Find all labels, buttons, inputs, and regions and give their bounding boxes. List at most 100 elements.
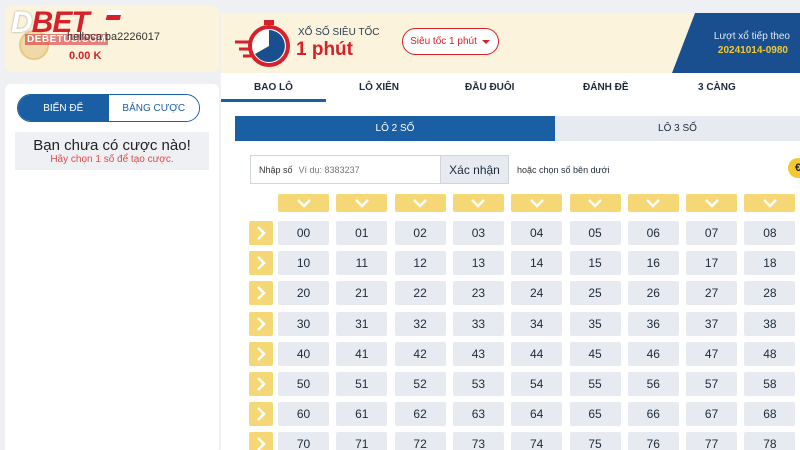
number-cell[interactable]: 12 [394,251,446,276]
tab-dau-duoi[interactable]: ĐẦU ĐUÔI [465,82,514,93]
number-cell[interactable]: 11 [336,251,388,276]
number-cell[interactable]: 20 [278,281,329,306]
number-cell[interactable]: 38 [744,311,796,336]
help-icon[interactable]: € [788,158,800,178]
number-cell[interactable]: 43 [452,341,504,366]
tab-bang-cuoc[interactable]: BẢNG CƯỢC [108,95,199,121]
number-cell[interactable]: 26 [627,281,679,306]
number-cell[interactable]: 56 [627,372,679,396]
number-cell[interactable]: 18 [744,251,796,276]
number-cell[interactable]: 01 [336,221,388,245]
number-cell[interactable]: 46 [627,341,679,366]
tab-3-cang[interactable]: 3 CÀNG [698,82,736,93]
number-cell[interactable]: 40 [278,341,329,366]
number-cell[interactable]: 55 [569,372,621,396]
number-cell[interactable]: 32 [394,311,446,336]
tab-danh-de[interactable]: ĐÁNH ĐỀ [583,82,629,93]
number-cell[interactable]: 04 [511,221,563,245]
number-cell[interactable]: 33 [452,311,504,336]
number-cell[interactable]: 67 [686,402,738,427]
row-select-toggle[interactable] [249,372,273,396]
number-cell[interactable]: 10 [278,251,329,276]
row-select-toggle[interactable] [249,402,273,427]
number-cell[interactable]: 15 [569,251,621,276]
number-cell[interactable]: 27 [686,281,738,306]
number-cell[interactable]: 45 [569,341,621,366]
number-cell[interactable]: 17 [686,251,738,276]
number-cell[interactable]: 35 [569,311,621,336]
tab-bao-lo[interactable]: BAO LÔ [254,82,293,93]
tab-lo-xien[interactable]: LÔ XIÊN [359,82,399,93]
number-cell[interactable]: 52 [394,372,446,396]
number-cell[interactable]: 64 [511,402,563,427]
number-cell[interactable]: 42 [394,341,446,366]
column-select-toggle[interactable] [569,194,621,212]
number-cell[interactable]: 63 [452,402,504,427]
column-select-toggle[interactable] [336,194,388,212]
column-select-toggle[interactable] [744,194,796,212]
speed-select[interactable]: Siêu tốc 1 phút [402,28,499,55]
number-cell[interactable]: 50 [278,372,329,396]
number-cell[interactable]: 62 [394,402,446,427]
number-cell[interactable]: 36 [627,311,679,336]
number-cell[interactable]: 22 [394,281,446,306]
number-cell[interactable]: 61 [336,402,388,427]
number-cell[interactable]: 30 [278,311,329,336]
number-cell[interactable]: 53 [452,372,504,396]
number-cell[interactable]: 31 [336,311,388,336]
number-cell[interactable]: 16 [627,251,679,276]
number-cell[interactable]: 05 [569,221,621,245]
number-cell[interactable]: 51 [336,372,388,396]
row-select-toggle[interactable] [249,311,273,336]
row-select-toggle[interactable] [249,221,273,245]
number-cell[interactable]: 58 [744,372,796,396]
number-cell[interactable]: 13 [452,251,504,276]
number-cell[interactable]: 02 [394,221,446,245]
number-cell[interactable]: 66 [627,402,679,427]
column-select-toggle[interactable] [394,194,446,212]
tab-lo-2-so[interactable]: LÔ 2 SỐ [235,116,555,141]
confirm-button[interactable]: Xác nhận [441,155,509,184]
tab-bien-de[interactable]: BIẾN ĐỂ [18,95,109,121]
row-select-toggle[interactable] [249,281,273,306]
number-cell[interactable]: 23 [452,281,504,306]
column-select-toggle[interactable] [452,194,504,212]
column-select-toggle[interactable] [278,194,329,212]
number-cell[interactable]: 08 [744,221,796,245]
tab-lo-3-so[interactable]: LÔ 3 SỐ [555,116,800,141]
number-cell[interactable]: 75 [569,432,621,450]
number-cell[interactable]: 60 [278,402,329,427]
number-cell[interactable]: 28 [744,281,796,306]
column-select-toggle[interactable] [511,194,563,212]
number-cell[interactable]: 77 [686,432,738,450]
number-cell[interactable]: 00 [278,221,329,245]
number-cell[interactable]: 25 [569,281,621,306]
column-select-toggle[interactable] [627,194,679,212]
number-cell[interactable]: 37 [686,311,738,336]
number-cell[interactable]: 72 [394,432,446,450]
number-cell[interactable]: 06 [627,221,679,245]
row-select-toggle[interactable] [249,251,273,276]
number-cell[interactable]: 65 [569,402,621,427]
number-cell[interactable]: 03 [452,221,504,245]
number-cell[interactable]: 41 [336,341,388,366]
number-input[interactable] [298,164,429,175]
number-cell[interactable]: 07 [686,221,738,245]
number-cell[interactable]: 70 [278,432,329,450]
number-cell[interactable]: 73 [452,432,504,450]
row-select-toggle[interactable] [249,432,273,450]
number-cell[interactable]: 74 [511,432,563,450]
row-select-toggle[interactable] [249,341,273,366]
number-cell[interactable]: 44 [511,341,563,366]
number-cell[interactable]: 24 [511,281,563,306]
column-select-toggle[interactable] [686,194,738,212]
number-cell[interactable]: 34 [511,311,563,336]
number-cell[interactable]: 57 [686,372,738,396]
number-cell[interactable]: 47 [686,341,738,366]
number-cell[interactable]: 68 [744,402,796,427]
number-cell[interactable]: 71 [336,432,388,450]
number-cell[interactable]: 14 [511,251,563,276]
number-cell[interactable]: 54 [511,372,563,396]
number-cell[interactable]: 76 [627,432,679,450]
number-cell[interactable]: 78 [744,432,796,450]
